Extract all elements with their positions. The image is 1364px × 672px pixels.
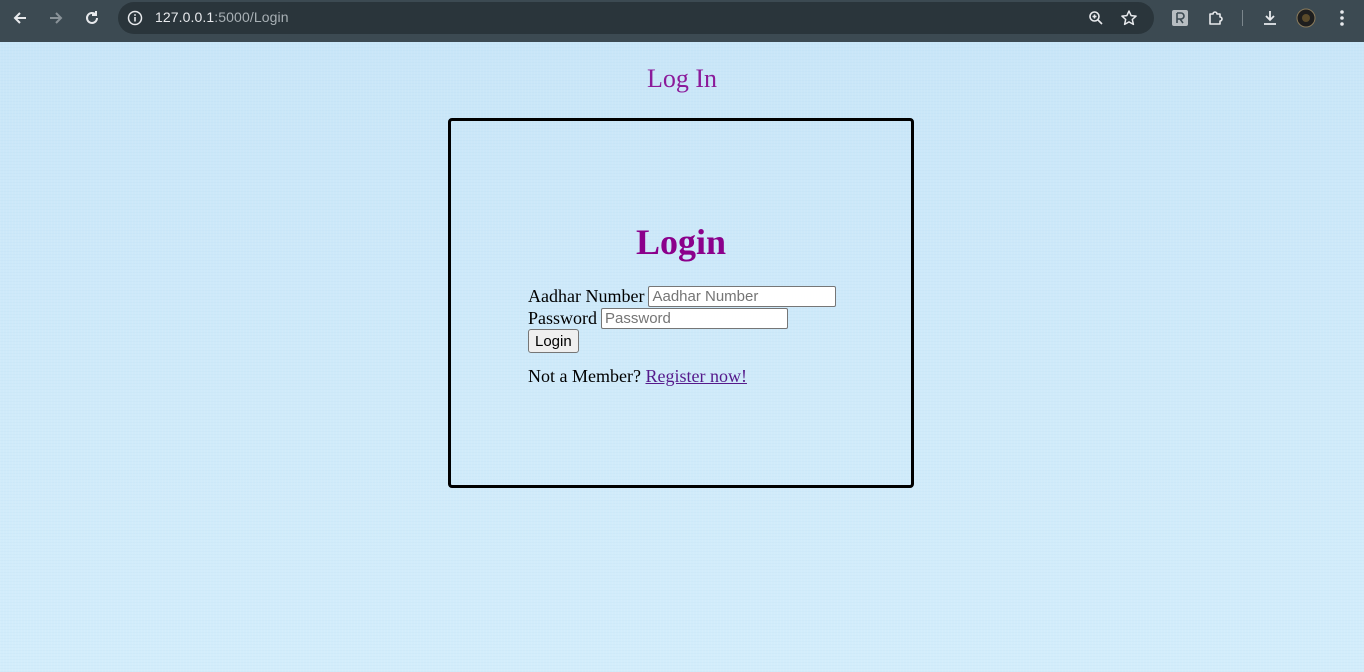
- bookmark-star-icon[interactable]: [1119, 8, 1139, 28]
- reload-icon: [86, 11, 98, 24]
- url-host: 127.0.0.1: [155, 9, 215, 25]
- member-prompt: Not a Member? Register now!: [528, 366, 836, 387]
- login-button[interactable]: Login: [528, 329, 579, 353]
- back-button[interactable]: [7, 5, 33, 31]
- browser-toolbar: 127.0.0.1:5000/Login: [0, 0, 1364, 36]
- back-arrow-icon: [13, 12, 26, 24]
- url-path: :5000/Login: [214, 9, 289, 25]
- login-heading: Login: [635, 222, 727, 262]
- password-label: Password: [528, 307, 598, 328]
- password-row: Password: [528, 307, 836, 329]
- register-link[interactable]: Register now!: [645, 366, 746, 386]
- site-info-icon[interactable]: [126, 9, 144, 27]
- zoom-icon[interactable]: [1086, 8, 1106, 28]
- submit-row: Login: [528, 329, 836, 353]
- login-box: Login Aadhar Number Password Login Not a…: [448, 118, 914, 488]
- forward-button[interactable]: [43, 5, 69, 31]
- address-bar[interactable]: 127.0.0.1:5000/Login: [118, 2, 1154, 34]
- aadhar-label: Aadhar Number: [528, 285, 645, 306]
- download-icon[interactable]: [1259, 7, 1281, 29]
- page-background: Log In Login Aadhar Number Password Logi…: [0, 42, 1364, 672]
- profile-avatar-icon[interactable]: [1295, 7, 1317, 29]
- toolbar-separator: [1242, 10, 1243, 26]
- aadhar-input[interactable]: [648, 285, 837, 307]
- browser-menu-icon[interactable]: [1331, 7, 1353, 29]
- extension-r-icon[interactable]: [1169, 7, 1191, 29]
- password-input[interactable]: [601, 307, 789, 329]
- member-text: Not a Member?: [528, 366, 641, 386]
- url-text: 127.0.0.1:5000/Login: [155, 9, 289, 25]
- aadhar-row: Aadhar Number: [528, 285, 837, 307]
- extensions-puzzle-icon[interactable]: [1205, 7, 1227, 29]
- login-form: Aadhar Number Password Login Not a Membe…: [528, 285, 837, 387]
- page-title: Log In: [646, 64, 718, 93]
- reload-button[interactable]: [79, 5, 105, 31]
- forward-arrow-icon: [50, 12, 63, 24]
